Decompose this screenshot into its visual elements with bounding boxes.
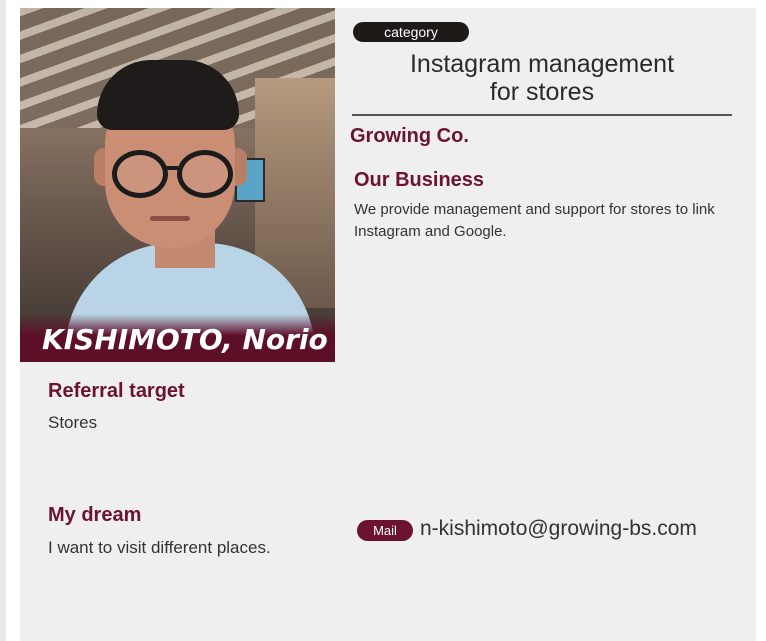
business-heading: Our Business (354, 169, 485, 191)
left-border (0, 0, 6, 641)
company-name: Growing Co. (350, 125, 469, 147)
email-link[interactable]: n-kishimoto@growing-bs.com (420, 517, 697, 541)
business-description: We provide management and support for st… (354, 201, 715, 240)
category-badge: category (353, 22, 469, 42)
headline-line-2: for stores (489, 78, 595, 106)
profile-photo: KISHIMOTO, Norio (20, 8, 335, 362)
headline-line-1: Instagram management (409, 50, 675, 78)
photo-mouth (150, 216, 190, 221)
dream-heading: My dream (48, 504, 142, 526)
mail-badge: Mail (357, 520, 413, 541)
glasses-bridge (166, 166, 178, 170)
dream-value: I want to visit different places. (48, 538, 271, 557)
referral-value: Stores (48, 413, 98, 432)
referral-heading: Referral target (48, 380, 185, 402)
glasses-left-lens (112, 150, 168, 198)
person-name: KISHIMOTO, Norio (42, 323, 328, 356)
profile-card: KISHIMOTO, Norio category Instagram mana… (20, 8, 756, 641)
photo-hair (97, 60, 239, 130)
headline: Instagram management for stores (353, 50, 731, 106)
glasses-right-lens (177, 150, 233, 198)
headline-divider (352, 114, 732, 116)
